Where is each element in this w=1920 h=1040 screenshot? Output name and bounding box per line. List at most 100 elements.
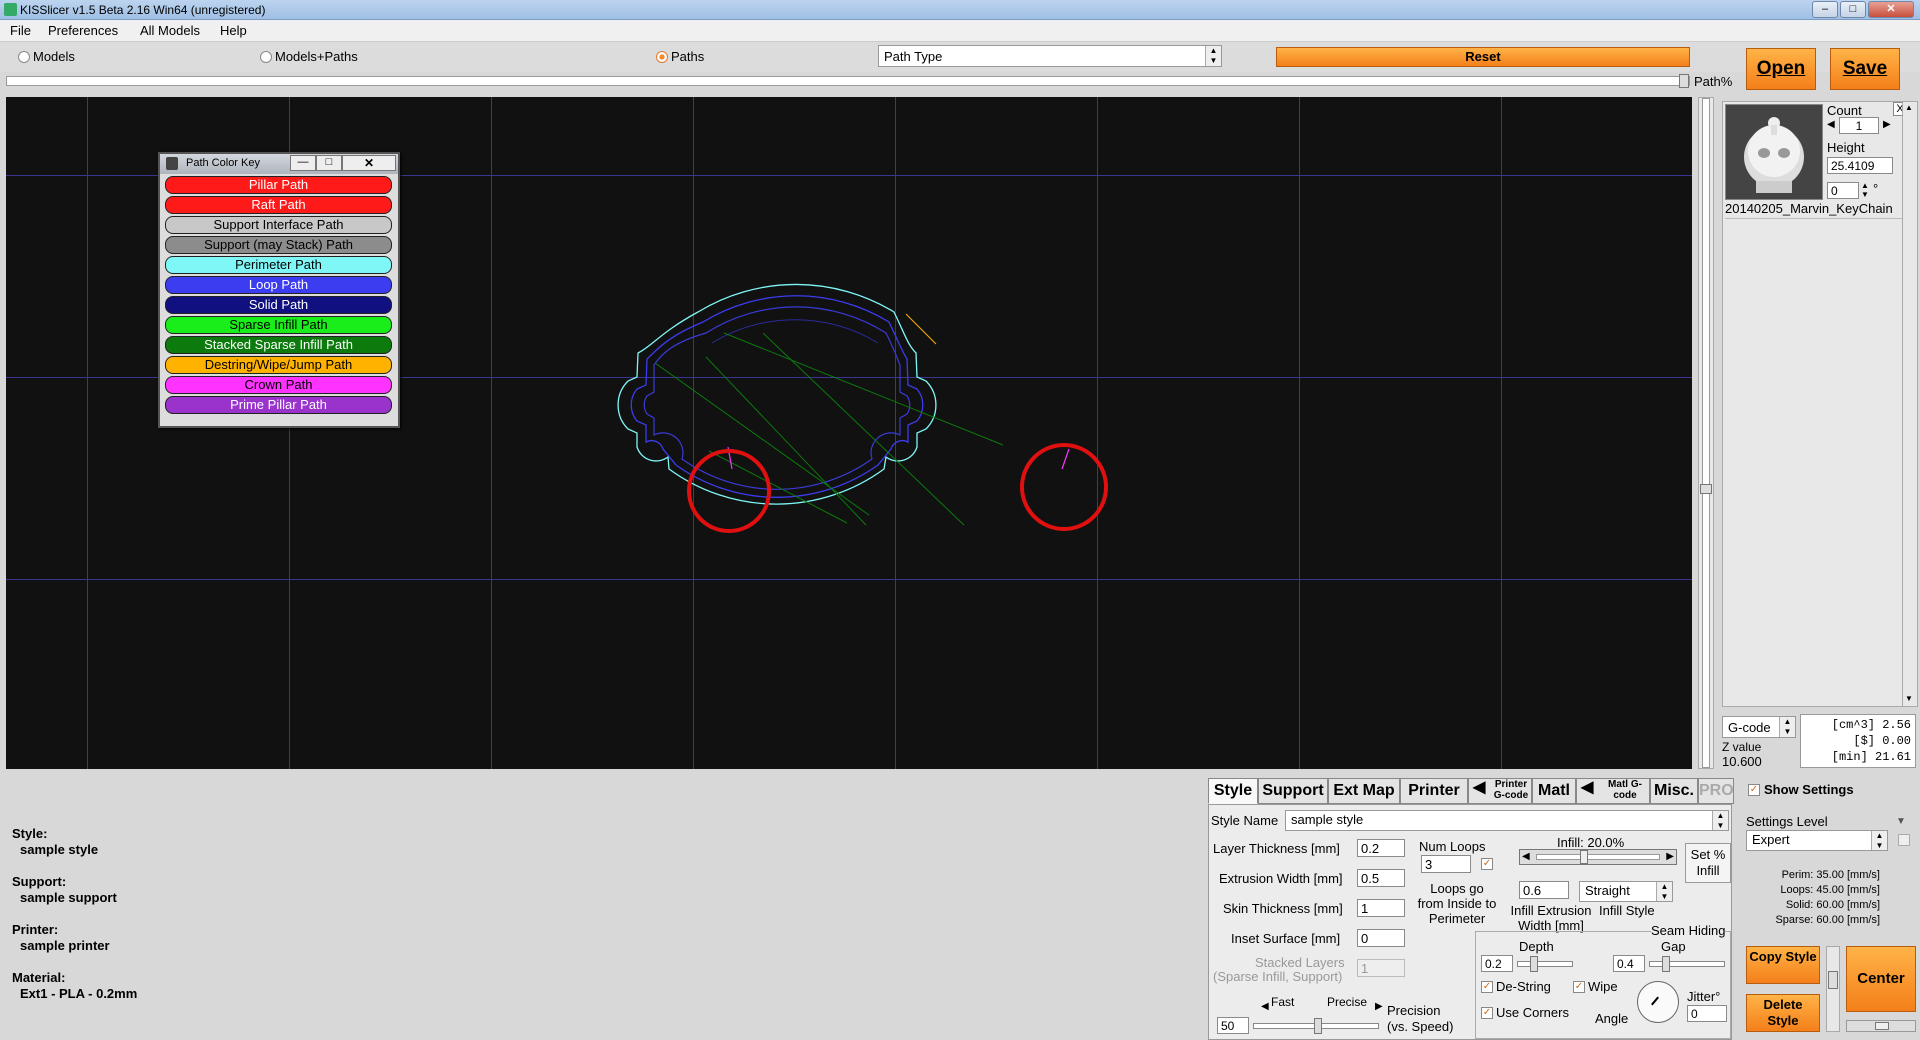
settings-option-checkbox[interactable] xyxy=(1898,834,1910,846)
show-settings-checkbox[interactable]: ✓ xyxy=(1748,784,1760,796)
scroll-down-icon[interactable]: ▼ xyxy=(1905,694,1913,703)
infill-slider[interactable]: ◀ ▶ xyxy=(1519,849,1677,865)
bottom-slider[interactable] xyxy=(1846,1020,1916,1032)
tab-matl-gcode[interactable]: ◀ Matl G-code xyxy=(1576,778,1650,804)
arrow-left-icon: ◀ xyxy=(1261,1001,1269,1012)
path-key-item: Stacked Sparse Infill Path xyxy=(165,336,392,354)
loops-inside-checkbox[interactable]: ✓ xyxy=(1481,858,1493,870)
save-button[interactable]: Save xyxy=(1830,48,1900,90)
infill-extrusion-width-input[interactable]: 0.6 xyxy=(1519,881,1569,899)
output-format-select[interactable]: G-code ▲ ▼ xyxy=(1722,716,1796,738)
destring-checkbox[interactable]: ✓ xyxy=(1481,981,1493,993)
delete-style-button[interactable]: Delete Style xyxy=(1746,994,1820,1032)
restore-icon[interactable]: □ xyxy=(316,155,342,171)
tab-style[interactable]: Style xyxy=(1208,778,1258,804)
path-percent-slider[interactable] xyxy=(6,74,1690,88)
tab-support[interactable]: Support xyxy=(1258,778,1328,804)
tab-ext-map[interactable]: Ext Map xyxy=(1328,778,1400,804)
tab-printer-gcode[interactable]: ◀ Printer G-code xyxy=(1468,778,1532,804)
model-name[interactable]: 20140205_Marvin_KeyChain xyxy=(1725,201,1893,216)
seam-gap-input[interactable]: 0.4 xyxy=(1613,955,1645,972)
summary-material: Ext1 - PLA - 0.2mm xyxy=(20,986,138,1001)
path-key-item: Support (may Stack) Path xyxy=(165,236,392,254)
path-type-select[interactable]: Path Type ▲ ▼ xyxy=(878,45,1222,67)
path-color-key-titlebar[interactable]: Path Color Key — □ ✕ xyxy=(160,154,398,174)
menu-help[interactable]: Help xyxy=(220,23,247,38)
slider-right-icon[interactable]: ▶ xyxy=(1666,851,1674,862)
slider-thumb[interactable] xyxy=(1662,956,1670,972)
scrollbar-thumb[interactable] xyxy=(1828,971,1838,989)
slider-left-icon[interactable]: ◀ xyxy=(1522,851,1530,862)
model-list-scrollbar[interactable]: ▲ ▼ xyxy=(1902,101,1918,707)
seam-depth-input[interactable]: 0.2 xyxy=(1481,955,1513,972)
seam-depth-slider[interactable] xyxy=(1517,956,1573,972)
layer-thickness-input[interactable]: 0.2 xyxy=(1357,839,1405,857)
count-increment-icon[interactable]: ▶ xyxy=(1883,119,1891,130)
skin-thickness-label: Skin Thickness [mm] xyxy=(1223,901,1343,916)
height-input[interactable]: 25.4109 xyxy=(1827,157,1893,174)
extrusion-width-input[interactable]: 0.5 xyxy=(1357,869,1405,887)
jitter-input[interactable]: 0 xyxy=(1687,1005,1727,1022)
tab-matl-gcode-label: Matl G-code xyxy=(1608,779,1642,801)
count-decrement-icon[interactable]: ◀ xyxy=(1827,119,1835,130)
spinner-icon: ▲ ▼ xyxy=(1871,831,1887,850)
slider-thumb[interactable] xyxy=(1314,1018,1322,1034)
menu-all-models[interactable]: All Models xyxy=(140,23,200,38)
inset-surface-input[interactable]: 0 xyxy=(1357,929,1405,947)
reset-button[interactable]: Reset xyxy=(1276,47,1690,67)
path-slider-thumb[interactable] xyxy=(1679,74,1689,88)
chevron-down-icon[interactable]: ▼ xyxy=(1896,816,1906,827)
precision-slider[interactable] xyxy=(1253,1018,1379,1034)
arrow-left-icon: ◀ xyxy=(1581,779,1594,796)
slider-thumb[interactable] xyxy=(1875,1022,1889,1030)
layer-slider-thumb[interactable] xyxy=(1700,484,1712,494)
path-color-key-window[interactable]: Path Color Key — □ ✕ Pillar Path Raft Pat… xyxy=(158,152,400,428)
minimize-icon[interactable]: — xyxy=(290,155,316,171)
minimize-button[interactable]: – xyxy=(1812,1,1838,18)
settings-level-select[interactable]: Expert ▲ ▼ xyxy=(1746,830,1888,851)
stat-time: [min] 21.61 xyxy=(1831,750,1911,764)
infill-slider-thumb[interactable] xyxy=(1580,850,1588,864)
use-corners-checkbox[interactable]: ✓ xyxy=(1481,1007,1493,1019)
count-input[interactable]: 1 xyxy=(1839,117,1879,134)
skin-thickness-input[interactable]: 1 xyxy=(1357,899,1405,917)
set-infill-button[interactable]: Set % Infill xyxy=(1685,843,1731,883)
seam-angle-dial[interactable] xyxy=(1637,981,1679,1023)
stacked-layers-label: Stacked Layers xyxy=(1255,955,1345,970)
center-button[interactable]: Center xyxy=(1846,946,1916,1012)
wipe-checkbox[interactable]: ✓ xyxy=(1573,981,1585,993)
rotation-spinner-icon[interactable]: ▲ ▼ xyxy=(1861,181,1869,199)
output-format-value: G-code xyxy=(1728,720,1771,735)
maximize-button[interactable]: □ xyxy=(1840,1,1866,18)
view-paths-radio[interactable]: Paths xyxy=(656,49,704,64)
summary-support: sample support xyxy=(20,890,117,905)
style-name-select[interactable]: sample style ▲ ▼ xyxy=(1285,810,1729,831)
rotation-input[interactable]: 0 xyxy=(1827,182,1859,199)
scroll-up-icon[interactable]: ▲ xyxy=(1905,103,1913,112)
infill-style-select[interactable]: Straight ▲ ▼ xyxy=(1579,881,1673,902)
view-models-paths-radio[interactable]: Models+Paths xyxy=(260,49,358,64)
num-loops-input[interactable]: 3 xyxy=(1421,855,1471,873)
summary-printer-label: Printer: xyxy=(12,922,59,937)
profile-summary: Style: sample style Support: sample supp… xyxy=(0,772,1200,1040)
precision-input[interactable]: 50 xyxy=(1217,1017,1249,1034)
close-icon[interactable]: ✕ xyxy=(342,155,396,171)
path-key-item: Crown Path xyxy=(165,376,392,394)
copy-style-button[interactable]: Copy Style xyxy=(1746,946,1820,984)
seam-gap-slider[interactable] xyxy=(1649,956,1725,972)
tab-printer[interactable]: Printer xyxy=(1400,778,1468,804)
layer-slider[interactable] xyxy=(1698,97,1714,769)
panel-scrollbar[interactable] xyxy=(1826,946,1840,1032)
menu-file[interactable]: File xyxy=(10,23,31,38)
tab-pro[interactable]: PRO xyxy=(1698,778,1734,804)
model-preview-image xyxy=(1744,117,1804,193)
close-button[interactable]: ✕ xyxy=(1868,1,1914,18)
slider-thumb[interactable] xyxy=(1530,956,1538,972)
menu-preferences[interactable]: Preferences xyxy=(48,23,118,38)
tab-matl[interactable]: Matl xyxy=(1532,778,1576,804)
open-button[interactable]: Open xyxy=(1746,48,1816,90)
radio-icon xyxy=(18,51,30,63)
view-models-radio[interactable]: Models xyxy=(18,49,75,64)
tab-misc[interactable]: Misc. xyxy=(1650,778,1698,804)
model-thumbnail[interactable] xyxy=(1725,104,1823,200)
